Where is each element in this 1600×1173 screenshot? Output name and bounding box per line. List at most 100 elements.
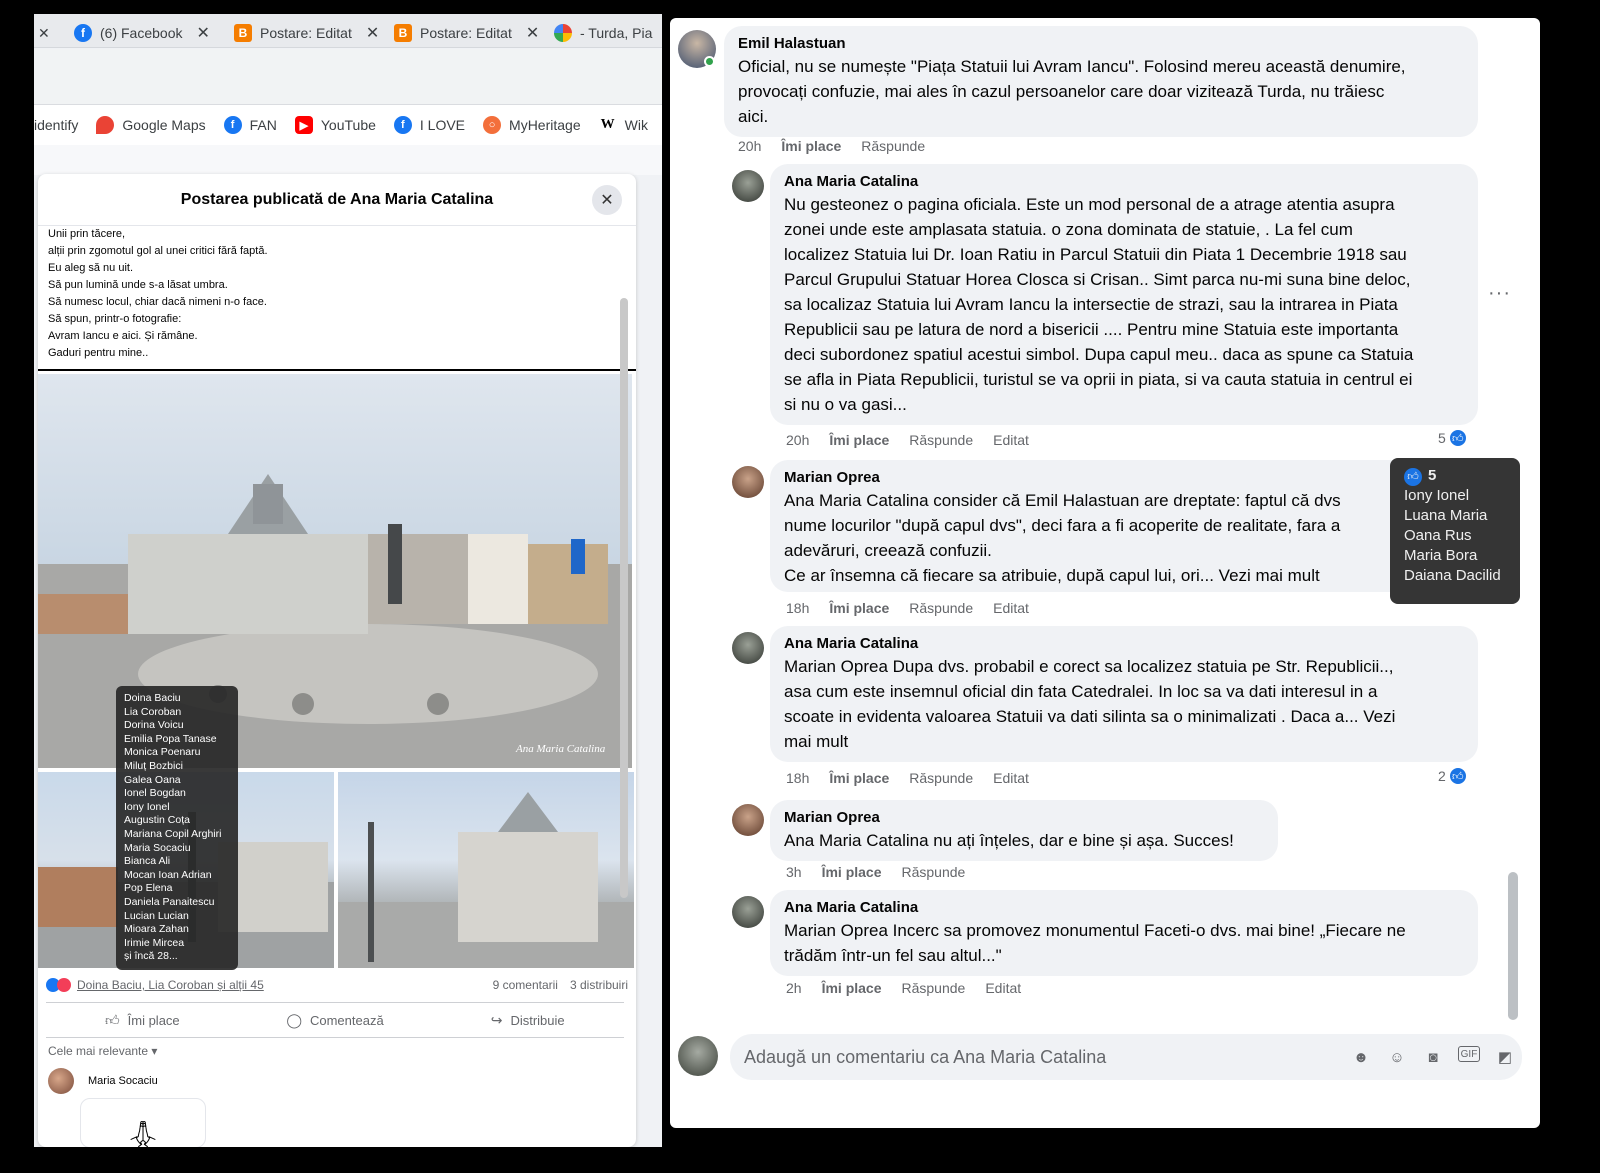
- reply-button[interactable]: Răspunde: [861, 138, 925, 154]
- like-comment-button[interactable]: Îmi place: [781, 138, 841, 154]
- comment-line: adevăruri, creează confuzii.: [784, 541, 992, 560]
- bookmark-wikipedia[interactable]: W Wik: [598, 116, 648, 134]
- close-icon[interactable]: ✕: [366, 23, 379, 43]
- commenter-name[interactable]: Ana Maria Catalina: [784, 898, 1464, 918]
- wikipedia-icon: W: [598, 116, 617, 134]
- address-bar[interactable]: [34, 49, 662, 105]
- reactions-row: Doina Baciu, Lia Coroban și alții 45 9 c…: [46, 974, 628, 996]
- reactions-text[interactable]: Doina Baciu, Lia Coroban și alții 45: [77, 978, 264, 992]
- comment-like-count[interactable]: 2 👍︎: [1438, 766, 1468, 786]
- post-line: Să numesc locul, chiar dacă nimeni n-o f…: [48, 296, 267, 308]
- avatar[interactable]: [732, 466, 764, 498]
- liker-name: Pop Elena: [124, 882, 173, 895]
- comment-time[interactable]: 2h: [786, 980, 802, 996]
- tab-photos[interactable]: - Turda, Pia: [554, 18, 652, 48]
- comment-time[interactable]: 18h: [786, 770, 809, 786]
- tab-facebook[interactable]: f (6) Facebook ✕: [74, 18, 210, 48]
- avatar[interactable]: [678, 1036, 718, 1076]
- cathedral-photo: [338, 792, 634, 968]
- comment-bubble-icon: ◯: [286, 1011, 302, 1028]
- composer-tools: ☻ ☺ ◙ GIF ◩: [1350, 1046, 1516, 1068]
- commenter-name[interactable]: Ana Maria Catalina: [784, 172, 1464, 192]
- scrollbar[interactable]: [620, 298, 628, 898]
- avatar-sticker-icon[interactable]: ☻: [1350, 1046, 1372, 1068]
- commenter-name[interactable]: Ana Maria Catalina: [784, 634, 1464, 654]
- post-line: Unii prin tăcere,: [48, 228, 126, 240]
- edited-label[interactable]: Editat: [993, 770, 1029, 786]
- avatar[interactable]: [732, 632, 764, 664]
- comment-bubble: Ana Maria Catalina Nu gesteonez o pagina…: [770, 164, 1478, 425]
- comment-sort-dropdown[interactable]: Cele mai relevante ▾: [48, 1044, 157, 1058]
- like-comment-button[interactable]: Îmi place: [829, 770, 889, 786]
- commenter-name[interactable]: Maria Socaciu: [88, 1075, 158, 1087]
- reply-button[interactable]: Răspunde: [909, 432, 973, 448]
- post-header: Postarea publicată de Ana Maria Catalina…: [38, 174, 636, 226]
- photo-watermark: Ana Maria Catalina: [515, 743, 606, 755]
- comments-count[interactable]: 9 comentarii: [493, 978, 558, 992]
- liker-name: Emilia Popa Tanase: [124, 732, 217, 745]
- comment-time[interactable]: 20h: [786, 432, 809, 448]
- blogger-icon: B: [394, 24, 412, 42]
- commenter-name[interactable]: Marian Oprea: [784, 468, 1464, 488]
- avatar[interactable]: [732, 804, 764, 836]
- comment-composer: Adaugă un comentariu ca Ana Maria Catali…: [678, 1028, 1536, 1088]
- like-comment-button[interactable]: Îmi place: [829, 432, 889, 448]
- reply-button[interactable]: Răspunde: [902, 864, 966, 880]
- commenter-name[interactable]: Emil Halastuan: [738, 34, 1464, 54]
- tab-postare-2[interactable]: B Postare: Editat ✕: [394, 18, 539, 48]
- commenter-name[interactable]: Marian Oprea: [784, 808, 1264, 828]
- tab-label: Postare: Editat: [420, 25, 512, 41]
- close-dialog-button[interactable]: ✕: [592, 185, 622, 215]
- avatar[interactable]: [732, 896, 764, 928]
- post-line: alții prin zgomotul gol al unei critici …: [48, 245, 268, 257]
- emoji-icon[interactable]: ☺: [1386, 1046, 1408, 1068]
- edited-label[interactable]: Editat: [993, 600, 1029, 616]
- comment-time[interactable]: 18h: [786, 600, 809, 616]
- comment-line: aici.: [738, 107, 769, 126]
- bookmark-identify[interactable]: identify: [34, 117, 78, 133]
- tab-postare-1[interactable]: B Postare: Editat ✕: [234, 18, 379, 48]
- comment-time[interactable]: 20h: [738, 138, 761, 154]
- facebook-icon: f: [74, 24, 92, 42]
- bookmark-i-love[interactable]: fI LOVE: [393, 116, 465, 134]
- online-status-icon: [704, 56, 715, 67]
- reply-button[interactable]: Răspunde: [909, 770, 973, 786]
- close-icon[interactable]: ✕: [196, 23, 209, 43]
- avatar[interactable]: [732, 170, 764, 202]
- comment-line: Marian Oprea Dupa dvs. probabil e corect…: [784, 657, 1394, 676]
- comment-button[interactable]: ◯ Comentează: [239, 1012, 432, 1029]
- camera-icon[interactable]: ◙: [1422, 1046, 1444, 1068]
- like-comment-button[interactable]: Îmi place: [829, 600, 889, 616]
- reply-button[interactable]: Răspunde: [902, 980, 966, 996]
- comment-like-count[interactable]: 5 👍︎: [1438, 428, 1468, 448]
- liker-name: Iony Ionel: [124, 800, 170, 813]
- tab-close-icon[interactable]: ✕: [38, 18, 50, 48]
- share-button[interactable]: ↪ Distribuie: [431, 1012, 624, 1029]
- comment-time[interactable]: 3h: [786, 864, 802, 880]
- comment-bubble: Emil Halastuan Oficial, nu se numește "P…: [724, 26, 1478, 137]
- avatar[interactable]: [48, 1068, 74, 1094]
- edited-label[interactable]: Editat: [985, 980, 1021, 996]
- bookmark-google-maps[interactable]: Google Maps: [96, 116, 206, 134]
- bookmark-youtube[interactable]: ▶ YouTube: [294, 116, 376, 134]
- shares-count[interactable]: 3 distribuiri: [570, 978, 628, 992]
- comment-line: zonei unde este amplasata statuia. o zon…: [784, 220, 1353, 239]
- more-options-icon[interactable]: ···: [1488, 282, 1511, 305]
- gif-icon[interactable]: GIF: [1458, 1046, 1480, 1062]
- close-icon[interactable]: ✕: [526, 23, 539, 43]
- comment-line: Nu gesteonez o pagina oficiala. Este un …: [784, 195, 1395, 214]
- like-comment-button[interactable]: Îmi place: [822, 864, 882, 880]
- comment-meta: 2h Îmi place Răspunde Editat: [786, 980, 1021, 996]
- like-button[interactable]: 👍︎ Îmi place: [46, 1012, 239, 1029]
- sticker-icon[interactable]: ◩: [1494, 1046, 1516, 1068]
- post-photo-3[interactable]: [338, 772, 634, 968]
- bookmark-fan[interactable]: f FAN: [223, 116, 277, 134]
- scrollbar[interactable]: [1508, 872, 1518, 1020]
- edited-label[interactable]: Editat: [993, 432, 1029, 448]
- comment-line: Marian Oprea Incerc sa promovez monument…: [784, 921, 1406, 940]
- comment-line: Ana Maria Catalina consider că Emil Hala…: [784, 491, 1341, 510]
- liker-name: Luana Maria: [1404, 507, 1488, 524]
- reply-button[interactable]: Răspunde: [909, 600, 973, 616]
- bookmark-myheritage[interactable]: ○ MyHeritage: [483, 116, 581, 134]
- like-comment-button[interactable]: Îmi place: [822, 980, 882, 996]
